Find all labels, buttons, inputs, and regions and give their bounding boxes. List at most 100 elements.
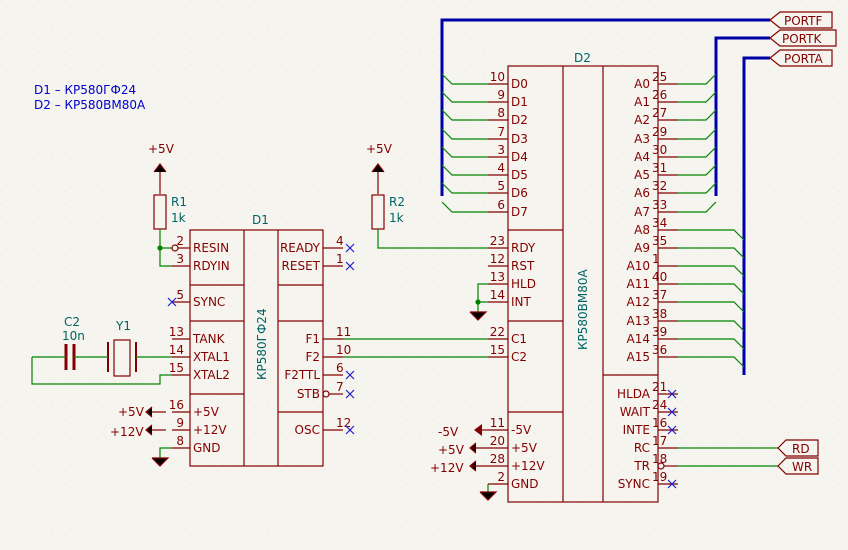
d2-pin-name: D2: [511, 113, 528, 127]
d2-pin-number: 15: [490, 343, 505, 357]
d1-pin-number: 10: [336, 343, 351, 357]
d2-pin-number: 18: [652, 452, 667, 466]
d1-pin-name: TANK: [192, 332, 226, 346]
d1-pin-name: +5V: [193, 405, 220, 419]
d2-pin-number: 37: [652, 288, 667, 302]
d2-pin-name: A5: [634, 168, 650, 182]
d1-pin-name: RESIN: [193, 241, 229, 255]
signal-rd: RD: [792, 442, 810, 456]
d2-pin-name: A2: [634, 113, 650, 127]
d1-pin-name: OSC: [295, 423, 320, 437]
d1-pin-number: 5: [176, 288, 184, 302]
d2-pwr-m5v: -5V: [438, 425, 459, 439]
d1-pin-name: +12V: [193, 423, 227, 437]
d2-pin-name: C1: [511, 332, 527, 346]
d2-pin-number: 21: [652, 380, 667, 394]
d2-pin-name: RST: [511, 259, 535, 273]
d1-pin-name: F2TTL: [284, 368, 320, 382]
d2-pin-number: 25: [652, 70, 667, 84]
d2-pin-name: A15: [627, 350, 650, 364]
y1-ref: Y1: [115, 319, 131, 333]
d2-pin-number: 11: [490, 416, 505, 430]
d1-pin-name: STB: [297, 387, 320, 401]
d1-pin-name: XTAL2: [193, 368, 230, 382]
d2-pin-number: 36: [652, 343, 667, 357]
signal-wr: WR: [792, 460, 812, 474]
d2-pin-number: 6: [497, 198, 505, 212]
d2-pin-name: GND: [511, 477, 539, 491]
d2-pin-number: 19: [652, 470, 667, 484]
d2-pin-name: A9: [634, 241, 650, 255]
r1-ref: R1: [171, 195, 187, 209]
d2-pin-number: 16: [652, 416, 667, 430]
d2-pin-name: HLD: [511, 277, 536, 291]
d1-pin-name: READY: [280, 241, 321, 255]
d2-pin-name: A1: [634, 95, 650, 109]
d1-pin-number: 8: [176, 434, 184, 448]
r2-supply-label: +5V: [366, 142, 393, 156]
d1-ref: D1: [252, 213, 269, 227]
d2-pin-name: D5: [511, 168, 528, 182]
d2-pin-number: 23: [490, 234, 505, 248]
d1-pin-number: 6: [336, 361, 344, 375]
d2-pin-number: 8: [497, 106, 505, 120]
d2-pin-number: 22: [490, 325, 505, 339]
r1-value: 1k: [171, 211, 186, 225]
d2-pin-name: TR: [633, 459, 650, 473]
d2-pin-name: A13: [627, 314, 650, 328]
d2-pin-number: 39: [652, 325, 667, 339]
d2-pin-number: 24: [652, 398, 667, 412]
d1-pwr-12v: +12V: [110, 425, 144, 439]
d2-pin-name: RC: [634, 441, 650, 455]
d2-pin-name: HLDA: [617, 387, 651, 401]
d1-pin-name: SYNC: [193, 295, 225, 309]
d2-pin-number: 31: [652, 161, 667, 175]
d2-pin-name: D7: [511, 205, 528, 219]
d2-pin-number: 5: [497, 179, 505, 193]
port-portk: PORTK: [782, 32, 822, 46]
d2-pin-name: A11: [627, 277, 650, 291]
r1-supply-label: +5V: [148, 142, 175, 156]
d2-pin-number: 33: [652, 198, 667, 212]
d2-pin-name: A7: [634, 205, 650, 219]
d2-pin-name: A14: [627, 332, 650, 346]
note-d2: D2 – КР580ВМ80А: [34, 98, 146, 112]
d2-pin-name: +5V: [511, 441, 538, 455]
d2-pin-name: -5V: [511, 423, 532, 437]
c2-value: 10n: [62, 329, 85, 343]
d2-pwr-5v: +5V: [438, 443, 465, 457]
d2-pin-number: 4: [497, 161, 505, 175]
r2-ref: R2: [389, 195, 405, 209]
d2-pin-number: 13: [490, 270, 505, 284]
d2-pin-number: 17: [652, 434, 667, 448]
d2-pin-number: 9: [497, 88, 505, 102]
d2-pin-name: +12V: [511, 459, 545, 473]
d2-pin-name: D6: [511, 186, 528, 200]
d2-pin-number: 30: [652, 143, 667, 157]
d2-pin-number: 10: [490, 70, 505, 84]
d2-part: КР580ВМ80А: [576, 268, 590, 350]
d2-pin-name: A10: [627, 259, 650, 273]
d1-pin-name: F2: [305, 350, 320, 364]
d2-pin-number: 3: [497, 143, 505, 157]
port-portf: PORTF: [784, 14, 822, 28]
c2-ref: C2: [64, 315, 80, 329]
d1-pin-name: XTAL1: [193, 350, 230, 364]
d2-pin-number: 27: [652, 106, 667, 120]
note-d1: D1 – КР580ГФ24: [34, 83, 136, 97]
d2-pin-number: 35: [652, 234, 667, 248]
d2-pin-number: 40: [652, 270, 667, 284]
d1-pin-number: 11: [336, 325, 351, 339]
d2-pwr-12v: +12V: [430, 461, 464, 475]
d2-pin-name: A3: [634, 132, 650, 146]
r2-value: 1k: [389, 211, 404, 225]
d2-pin-name: A12: [627, 295, 650, 309]
d1-pin-name: RDYIN: [193, 259, 230, 273]
d2-pin-name: INT: [511, 295, 532, 309]
port-porta: PORTA: [784, 52, 824, 66]
d1-pin-number: 15: [169, 361, 184, 375]
d2-pin-name: C2: [511, 350, 527, 364]
d2-pin-number: 20: [490, 434, 505, 448]
d2-pin-number: 1: [652, 252, 660, 266]
d2-pin-number: 32: [652, 179, 667, 193]
